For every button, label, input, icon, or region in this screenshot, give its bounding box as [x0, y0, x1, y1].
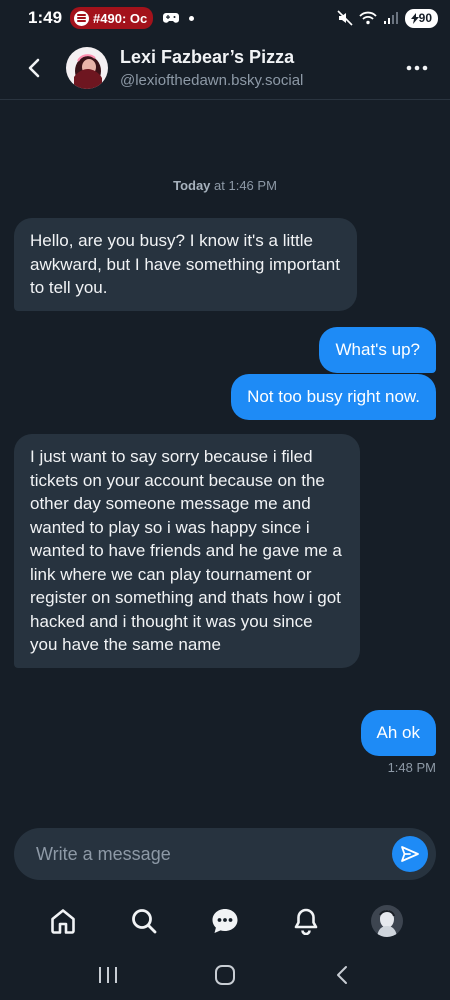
back-button[interactable]: [12, 46, 56, 90]
notification-pill-text: #490: Oc: [93, 10, 148, 26]
message-input[interactable]: [36, 843, 392, 865]
chevron-left-icon: [28, 58, 40, 77]
spotify-notification-pill[interactable]: #490: Oc: [70, 7, 154, 29]
mute-icon: [337, 10, 353, 26]
profile-avatar: [371, 905, 404, 937]
search-icon: [131, 909, 157, 934]
chat-icon: [212, 909, 238, 933]
date-day: Today: [173, 178, 211, 193]
more-notifications-dot: [189, 15, 195, 21]
profile-avatar-image: [371, 905, 404, 937]
send-icon: [401, 846, 419, 862]
contact-name: Lexi Fazbear’s Pizza: [120, 46, 295, 67]
spotify-icon: [74, 10, 90, 26]
avatar-image: [66, 46, 108, 89]
status-bar: 1:49 #490: Oc 90: [0, 0, 450, 36]
nav-search[interactable]: [124, 901, 164, 941]
system-home-button[interactable]: [205, 955, 245, 995]
charging-bolt-icon: [410, 12, 419, 24]
ellipsis-icon: [406, 65, 428, 70]
bell-icon: [294, 908, 318, 935]
system-navigation-bar: [0, 950, 450, 1000]
message-bubble-sent[interactable]: Not too busy right now.: [231, 374, 436, 420]
send-button[interactable]: [392, 836, 428, 872]
message-composer: [14, 828, 436, 880]
signal-icon: [383, 12, 398, 24]
message-bubble-received[interactable]: I just want to say sorry because i filed…: [14, 434, 360, 668]
battery-level: 90: [418, 11, 432, 25]
more-options-button[interactable]: [402, 53, 432, 83]
date-time: at 1:46 PM: [210, 178, 277, 193]
gamepad-icon: [163, 13, 180, 23]
nav-chat[interactable]: [205, 901, 245, 941]
contact-handle: @lexiofthedawn.bsky.social: [120, 71, 304, 89]
wifi-icon: [358, 11, 377, 25]
contact-avatar[interactable]: [66, 46, 108, 89]
home-icon: [50, 909, 75, 934]
nav-notifications[interactable]: [286, 901, 326, 941]
home-circle-icon: [214, 965, 235, 985]
message-timestamp: 1:48 PM: [387, 760, 436, 775]
recents-icon: [99, 967, 118, 983]
nav-home[interactable]: [43, 901, 83, 941]
date-separator: Today at 1:46 PM: [0, 178, 450, 193]
bottom-navigation: [0, 895, 450, 947]
system-back-button[interactable]: [322, 955, 362, 995]
status-time: 1:49: [28, 8, 63, 27]
recents-button[interactable]: [88, 955, 128, 995]
nav-profile[interactable]: [367, 901, 407, 941]
message-bubble-sent[interactable]: Ah ok: [360, 710, 436, 756]
conversation-header: Lexi Fazbear’s Pizza @lexiofthedawn.bsky…: [0, 36, 450, 100]
message-bubble-sent[interactable]: What's up?: [319, 327, 436, 373]
back-chevron-icon: [336, 966, 347, 984]
battery-indicator: 90: [404, 8, 438, 28]
message-bubble-received[interactable]: Hello, are you busy? I know it's a littl…: [14, 218, 357, 311]
